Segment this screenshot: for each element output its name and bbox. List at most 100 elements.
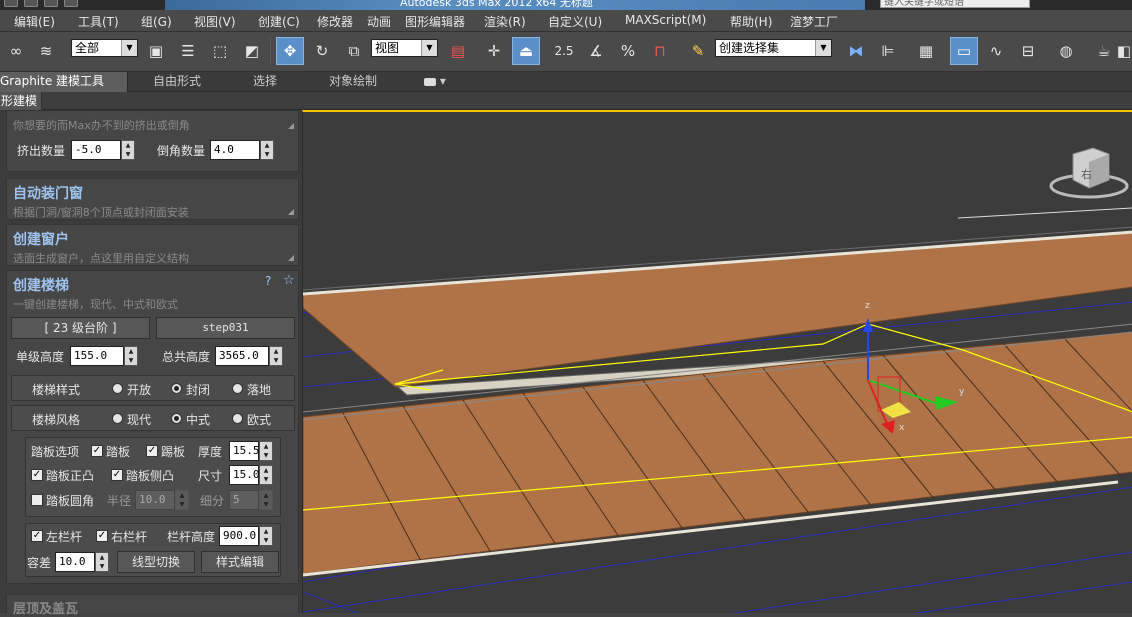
steps-count-button[interactable]: [ 23 级台阶 ] xyxy=(11,317,150,339)
menu-animation[interactable]: 动画 xyxy=(367,13,391,30)
segments-spinner[interactable]: 5 ▲ ▼ xyxy=(229,490,273,510)
flavor-chinese-radio[interactable] xyxy=(171,413,182,424)
spinner-arrows-icon[interactable]: ▲ ▼ xyxy=(95,552,109,572)
size-spinner[interactable]: 15.0 ▲ ▼ xyxy=(229,465,273,485)
menu-modifiers[interactable]: 修改器 xyxy=(317,13,353,30)
reference-coord-dropdown[interactable]: 视图 ▼ xyxy=(371,39,438,57)
menu-views[interactable]: 视图(V) xyxy=(194,13,236,30)
perspective-viewport[interactable]: z y x 右 xyxy=(302,110,1132,613)
style-edit-button[interactable]: 样式编辑 xyxy=(201,551,279,573)
tab-selection[interactable]: 选择 xyxy=(253,72,277,92)
schematic-view-icon[interactable]: ⊟ xyxy=(1014,37,1042,65)
step-height-field[interactable]: 155.0 xyxy=(70,346,124,366)
tread-check-label[interactable]: 踏板 xyxy=(106,443,130,460)
radius-spinner[interactable]: 10.0 ▲ ▼ xyxy=(135,490,189,510)
menu-tools[interactable]: 工具(T) xyxy=(78,13,119,30)
graphite-toggle-icon[interactable]: ▭ xyxy=(950,37,978,65)
front-bulge-checkbox[interactable]: ✓ xyxy=(31,469,43,481)
select-manipulate-icon[interactable]: ✛ xyxy=(480,37,508,65)
select-and-link-icon[interactable]: ∞ xyxy=(2,37,30,65)
select-object-icon[interactable]: ▣ xyxy=(142,37,170,65)
save-file-icon[interactable] xyxy=(44,0,58,7)
roof-tiles-section[interactable]: 层顶及盖瓦 xyxy=(6,594,299,617)
select-and-move-icon[interactable]: ✥ xyxy=(276,37,304,65)
menu-edit[interactable]: 编辑(E) xyxy=(14,13,55,30)
menu-maxscript[interactable]: MAXScript(M) xyxy=(625,13,706,27)
round-tread-checkbox[interactable] xyxy=(31,494,43,506)
tolerance-field[interactable]: 10.0 xyxy=(55,552,95,572)
flavor-european-radio[interactable] xyxy=(232,413,243,424)
style-closed-label[interactable]: 封闭 xyxy=(186,381,210,398)
style-floor-radio[interactable] xyxy=(232,383,243,394)
bevel-amount-spinner[interactable]: 4.0 ▲ ▼ xyxy=(210,140,274,160)
keyboard-shortcut-override-icon[interactable]: ⏏ xyxy=(512,37,540,65)
front-bulge-label[interactable]: 踏板正凸 xyxy=(46,467,94,484)
collapse-icon[interactable] xyxy=(288,123,294,129)
spinner-snap-icon[interactable]: ⊓ xyxy=(646,37,674,65)
curve-editor-icon[interactable]: ∿ xyxy=(982,37,1010,65)
flavor-modern-label[interactable]: 现代 xyxy=(127,411,151,428)
window-crossing-icon[interactable]: ◩ xyxy=(238,37,266,65)
auto-door-title[interactable]: 自动装门窗 xyxy=(13,183,83,203)
total-height-spinner[interactable]: 3565.0 ▲ ▼ xyxy=(215,346,283,366)
stairs-name-button[interactable]: step031 xyxy=(156,317,295,339)
round-tread-label[interactable]: 踏板圆角 xyxy=(46,492,94,509)
bevel-amount-field[interactable]: 4.0 xyxy=(210,140,260,160)
tab-graphite[interactable]: Graphite 建模工具 xyxy=(0,72,128,92)
menu-help[interactable]: 帮助(H) xyxy=(730,13,772,30)
riser-check-label[interactable]: 踢板 xyxy=(161,443,185,460)
select-and-rotate-icon[interactable]: ↻ xyxy=(308,37,336,65)
spinner-arrows-icon[interactable]: ▲ ▼ xyxy=(269,346,283,366)
style-open-label[interactable]: 开放 xyxy=(127,381,151,398)
auto-door-section[interactable]: 自动装门窗 根据门洞/窗洞8个顶点或封闭面安装 xyxy=(6,178,299,220)
flavor-european-label[interactable]: 欧式 xyxy=(247,411,271,428)
spinner-arrows-icon[interactable]: ▲ ▼ xyxy=(124,346,138,366)
tab-object-paint[interactable]: 对象绘制 xyxy=(329,72,377,92)
left-rail-label[interactable]: 左栏杆 xyxy=(46,528,82,545)
render-frame-icon[interactable]: ◧ xyxy=(1116,37,1132,65)
undo-icon[interactable] xyxy=(64,0,78,7)
pivot-center-icon[interactable]: ▤ xyxy=(444,37,472,65)
side-bulge-checkbox[interactable]: ✓ xyxy=(111,469,123,481)
star-icon[interactable]: ☆ xyxy=(283,273,295,288)
size-field[interactable]: 15.0 xyxy=(229,465,260,485)
spinner-arrows-icon[interactable]: ▲ ▼ xyxy=(259,441,273,461)
help-icon[interactable]: ? xyxy=(265,274,271,288)
extrude-amount-field[interactable]: -5.0 xyxy=(71,140,121,160)
style-closed-radio[interactable] xyxy=(171,383,182,394)
left-rail-checkbox[interactable]: ✓ xyxy=(31,530,43,542)
help-search-input[interactable]: 键入关键字或短语 xyxy=(880,0,1030,8)
edit-named-selection-icon[interactable]: ✎ xyxy=(684,37,712,65)
extrude-amount-spinner[interactable]: -5.0 ▲ ▼ xyxy=(71,140,135,160)
select-by-name-icon[interactable]: ☰ xyxy=(174,37,202,65)
menu-group[interactable]: 组(G) xyxy=(141,13,172,30)
total-height-field[interactable]: 3565.0 xyxy=(215,346,269,366)
segments-field[interactable]: 5 xyxy=(229,490,259,510)
new-file-icon[interactable] xyxy=(4,0,18,7)
snap-toggle-icon[interactable]: 2.5 xyxy=(548,37,580,65)
render-setup-icon[interactable]: ☕ xyxy=(1090,37,1118,65)
side-bulge-label[interactable]: 踏板侧凸 xyxy=(126,467,174,484)
thickness-field[interactable]: 15.5 xyxy=(229,441,260,461)
mirror-icon[interactable]: ⧓ xyxy=(842,37,870,65)
spinner-arrows-icon[interactable]: ▲ ▼ xyxy=(259,526,273,546)
tolerance-spinner[interactable]: 10.0 ▲ ▼ xyxy=(55,552,109,572)
right-rail-checkbox[interactable]: ✓ xyxy=(96,530,108,542)
style-open-radio[interactable] xyxy=(112,383,123,394)
subtab-modeling[interactable]: 形建模 xyxy=(0,92,42,110)
material-editor-icon[interactable]: ◍ xyxy=(1052,37,1080,65)
flavor-modern-radio[interactable] xyxy=(112,413,123,424)
angle-snap-icon[interactable]: ∡ xyxy=(582,37,610,65)
menu-rendering[interactable]: 渲染(R) xyxy=(484,13,526,30)
menu-customize[interactable]: 自定义(U) xyxy=(548,13,602,30)
spinner-arrows-icon[interactable]: ▲ ▼ xyxy=(121,140,135,160)
menu-graph-editors[interactable]: 图形编辑器 xyxy=(405,13,465,30)
tab-freeform[interactable]: 自由形式 xyxy=(153,72,201,92)
create-window-section[interactable]: 创建窗户 选面生成窗户，点这里用自定义结构 xyxy=(6,224,299,266)
select-and-scale-icon[interactable]: ⧉ xyxy=(340,37,368,65)
selection-filter-dropdown[interactable]: 全部 ▼ xyxy=(71,39,138,57)
riser-checkbox[interactable]: ✓ xyxy=(146,445,158,457)
menu-create[interactable]: 创建(C) xyxy=(258,13,300,30)
spinner-arrows-icon[interactable]: ▲ ▼ xyxy=(259,465,273,485)
open-file-icon[interactable] xyxy=(24,0,38,7)
